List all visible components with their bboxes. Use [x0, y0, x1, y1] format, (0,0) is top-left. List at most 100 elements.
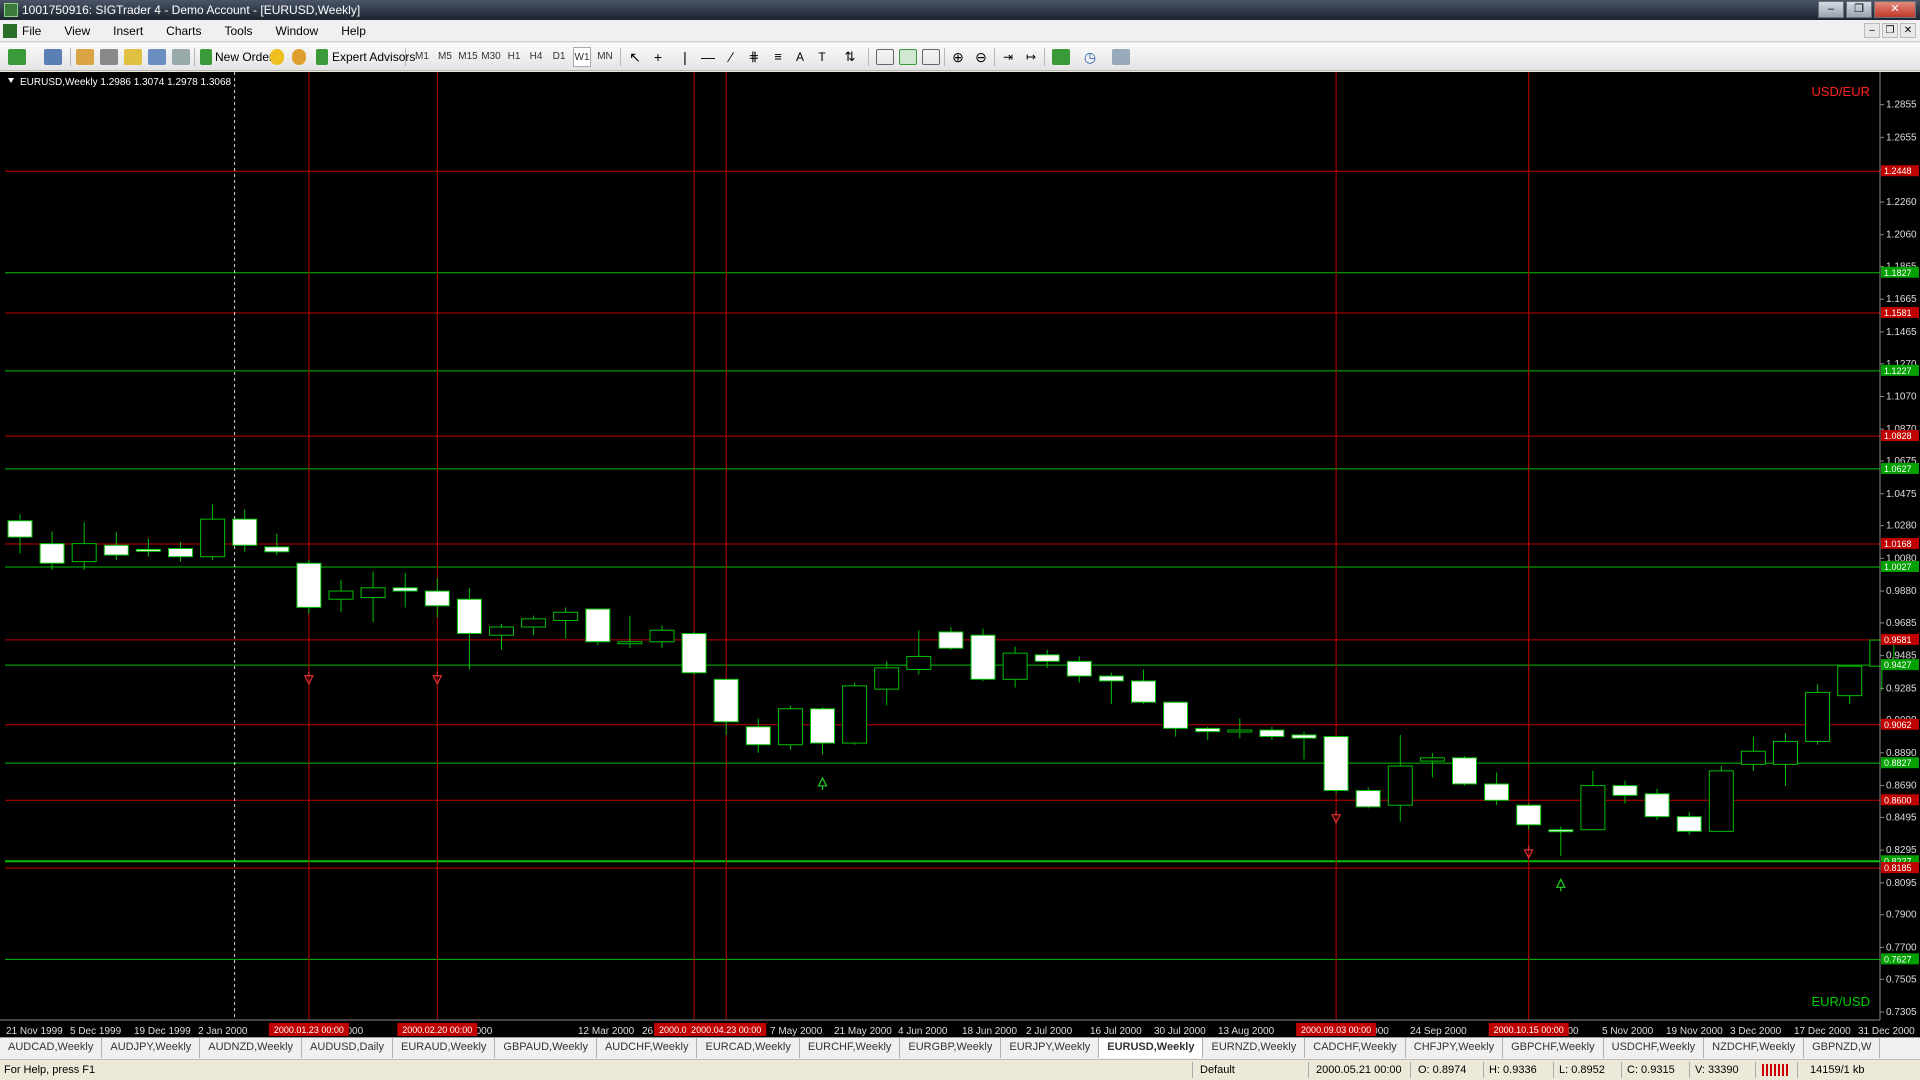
candle[interactable]: [681, 631, 707, 675]
chart-area[interactable]: 1.28551.26551.24601.22601.20601.18651.16…: [0, 72, 1920, 1037]
menu-view[interactable]: View: [64, 24, 90, 38]
terminal-icon[interactable]: [148, 49, 166, 65]
chart-tab[interactable]: EURUSD,Weekly: [1099, 1038, 1204, 1058]
timeframe-w1[interactable]: W1: [573, 47, 591, 67]
menu-window[interactable]: Window: [276, 24, 319, 38]
candle[interactable]: [842, 682, 868, 745]
bear-candle-body: [1355, 789, 1381, 808]
timeframe-d1[interactable]: D1: [551, 47, 567, 67]
zoom-in-icon[interactable]: ⊕: [950, 47, 966, 67]
status-close: C: 0.9315: [1627, 1064, 1675, 1076]
candle[interactable]: [1805, 684, 1831, 745]
candle[interactable]: [296, 559, 322, 614]
chart-tab[interactable]: AUDCAD,Weekly: [0, 1038, 103, 1058]
close-button[interactable]: ✕: [1874, 1, 1916, 18]
vertical-line-icon[interactable]: |: [680, 47, 690, 67]
new-chart-icon[interactable]: [8, 49, 26, 65]
candle[interactable]: [1708, 765, 1734, 832]
candle[interactable]: [970, 628, 996, 681]
timeframe-m15[interactable]: M15: [458, 47, 478, 67]
autoscroll-icon[interactable]: ⇥: [1000, 47, 1016, 67]
candle[interactable]: [585, 608, 611, 645]
chart-tab[interactable]: EURCAD,Weekly: [697, 1038, 800, 1058]
candle[interactable]: [1323, 736, 1349, 794]
horizontal-line-icon[interactable]: —: [701, 47, 715, 67]
menu-charts[interactable]: Charts: [166, 24, 201, 38]
chart-window-icon[interactable]: [3, 24, 17, 38]
timeframe-m30[interactable]: M30: [481, 47, 501, 67]
menu-insert[interactable]: Insert: [113, 24, 143, 38]
timeframe-m1[interactable]: M1: [414, 47, 430, 67]
chart-restore-button[interactable]: ❐: [1882, 23, 1898, 38]
chart-tab[interactable]: EURAUD,Weekly: [393, 1038, 496, 1058]
bull-candle-body: [1708, 770, 1734, 832]
market-watch-icon[interactable]: [76, 49, 94, 65]
chart-tab[interactable]: EURCHF,Weekly: [800, 1038, 901, 1058]
indicators-icon[interactable]: [1052, 49, 1070, 65]
cursor-icon[interactable]: ↖: [628, 47, 642, 67]
arrows-tool-icon[interactable]: ⇅: [840, 47, 860, 67]
restore-button[interactable]: ❐: [1846, 1, 1872, 18]
chart-tab[interactable]: GBPAUD,Weekly: [495, 1038, 597, 1058]
periods-icon[interactable]: ◷: [1080, 47, 1100, 67]
candle[interactable]: [1355, 787, 1381, 809]
menu-file[interactable]: File: [22, 24, 41, 38]
templates-icon[interactable]: [1112, 49, 1130, 65]
strategy-tester-icon[interactable]: [172, 49, 190, 65]
chart-tab[interactable]: GBPNZD,W: [1804, 1038, 1881, 1058]
chart-close-button[interactable]: ✕: [1900, 23, 1916, 38]
chart-tab[interactable]: EURGBP,Weekly: [900, 1038, 1002, 1058]
price-chart[interactable]: 1.28551.26551.24601.22601.20601.18651.16…: [0, 72, 1920, 1037]
zoom-out-icon[interactable]: ⊖: [973, 47, 989, 67]
minimize-button[interactable]: –: [1818, 1, 1844, 18]
candle[interactable]: [777, 705, 803, 750]
new-order-button[interactable]: New Order: [215, 47, 273, 67]
bear-candle-body: [1066, 660, 1092, 677]
bar-chart-icon[interactable]: [876, 49, 894, 65]
chart-tab[interactable]: GBPCHF,Weekly: [1503, 1038, 1604, 1058]
chart-tab[interactable]: AUDJPY,Weekly: [102, 1038, 201, 1058]
timeframe-h4[interactable]: H4: [528, 47, 544, 67]
line-chart-icon[interactable]: [922, 49, 940, 65]
timeframe-m5[interactable]: M5: [437, 47, 453, 67]
chart-tab[interactable]: AUDUSD,Daily: [302, 1038, 394, 1058]
expert-advisors-button[interactable]: Expert Advisors: [332, 47, 415, 67]
chart-tab[interactable]: USDCHF,Weekly: [1604, 1038, 1705, 1058]
candlestick-chart-icon[interactable]: [899, 49, 917, 65]
navigator-icon[interactable]: [124, 49, 142, 65]
status-profile[interactable]: Default: [1200, 1064, 1235, 1076]
timeframe-mn[interactable]: MN: [596, 47, 614, 67]
menu-help[interactable]: Help: [341, 24, 366, 38]
x-tick-label: 12 Mar 2000: [578, 1026, 635, 1037]
text-label-icon[interactable]: T: [815, 47, 829, 67]
menu-tools[interactable]: Tools: [225, 24, 253, 38]
profiles-icon[interactable]: [44, 49, 62, 65]
red-level-price-label: 1.2448: [1884, 166, 1912, 176]
data-window-icon[interactable]: [100, 49, 118, 65]
status-time: 2000.05.21 00:00: [1316, 1064, 1402, 1076]
chart-minimize-button[interactable]: –: [1864, 23, 1880, 38]
meta-editor-icon[interactable]: [270, 49, 284, 65]
chart-tab[interactable]: EURNZD,Weekly: [1203, 1038, 1306, 1058]
trendline-icon[interactable]: ∕: [724, 47, 738, 67]
bear-candle-body: [424, 590, 450, 607]
fibonacci-icon[interactable]: ≡: [770, 47, 786, 67]
chart-tab[interactable]: AUDNZD,Weekly: [200, 1038, 303, 1058]
channel-icon[interactable]: ⋕: [746, 47, 762, 67]
autotrading-icon[interactable]: [292, 49, 306, 65]
candle[interactable]: [1644, 788, 1670, 820]
green-level-price-label: 1.0027: [1884, 562, 1912, 572]
x-tick-label: 21 May 2000: [834, 1026, 892, 1037]
chart-tab[interactable]: AUDCHF,Weekly: [597, 1038, 698, 1058]
text-tool-icon[interactable]: A: [794, 47, 806, 67]
chart-tab[interactable]: CHFJPY,Weekly: [1406, 1038, 1504, 1058]
chart-shift-icon[interactable]: ↦: [1023, 47, 1039, 67]
crosshair-icon[interactable]: +: [651, 47, 665, 67]
chart-tab[interactable]: NZDCHF,Weekly: [1704, 1038, 1805, 1058]
timeframe-h1[interactable]: H1: [506, 47, 522, 67]
chart-tab[interactable]: EURJPY,Weekly: [1001, 1038, 1100, 1058]
red-level-price-label: 0.9581: [1884, 635, 1912, 645]
candle[interactable]: [1452, 756, 1477, 786]
bear-candle-body: [1548, 829, 1574, 833]
chart-tab[interactable]: CADCHF,Weekly: [1305, 1038, 1406, 1058]
